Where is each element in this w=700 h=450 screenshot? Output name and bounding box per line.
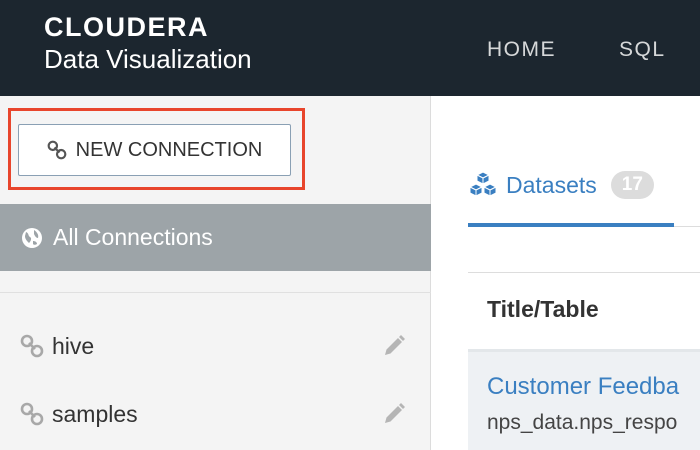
tab-datasets[interactable]: Datasets 17 bbox=[468, 170, 654, 200]
tab-label: Datasets bbox=[506, 171, 597, 198]
link-icon bbox=[47, 140, 67, 160]
new-connection-label: NEW CONNECTION bbox=[75, 138, 263, 161]
sidebar-divider bbox=[0, 292, 431, 293]
connections-sidebar: NEW CONNECTION All Connections hive samp… bbox=[0, 96, 431, 450]
connection-item-samples[interactable]: samples bbox=[20, 394, 410, 434]
globe-icon bbox=[22, 227, 42, 248]
column-rule bbox=[468, 272, 700, 273]
connection-item-hive[interactable]: hive bbox=[20, 326, 410, 366]
cubes-icon bbox=[468, 171, 498, 197]
all-connections-item[interactable]: All Connections bbox=[0, 204, 431, 271]
nav-home[interactable]: HOME bbox=[487, 38, 556, 62]
nav-sql[interactable]: SQL bbox=[619, 38, 666, 62]
pencil-icon[interactable] bbox=[382, 334, 406, 358]
column-header-title[interactable]: Title/Table bbox=[487, 296, 599, 323]
link-icon bbox=[20, 334, 44, 358]
brand-subtitle: Data Visualization bbox=[44, 44, 252, 74]
main-panel: Datasets 17 Title/Table Customer Feedba … bbox=[432, 96, 700, 450]
dataset-table-name: nps_data.nps_respo bbox=[487, 411, 678, 434]
count-badge: 17 bbox=[610, 171, 654, 199]
brand-logo[interactable]: CLOUDERA Data Visualization bbox=[44, 12, 252, 74]
top-bar: CLOUDERA Data Visualization HOME SQL bbox=[0, 0, 700, 96]
pencil-icon[interactable] bbox=[382, 402, 406, 426]
tab-active-underline bbox=[468, 223, 674, 227]
link-icon bbox=[20, 402, 44, 426]
table-row[interactable]: Customer Feedba nps_data.nps_respo bbox=[468, 349, 700, 450]
brand-name: CLOUDERA bbox=[44, 12, 209, 42]
connection-label: samples bbox=[52, 400, 138, 427]
connection-label: hive bbox=[52, 332, 95, 359]
all-connections-label: All Connections bbox=[53, 224, 213, 250]
dataset-title-link[interactable]: Customer Feedba bbox=[487, 373, 679, 401]
new-connection-button[interactable]: NEW CONNECTION bbox=[18, 124, 291, 176]
